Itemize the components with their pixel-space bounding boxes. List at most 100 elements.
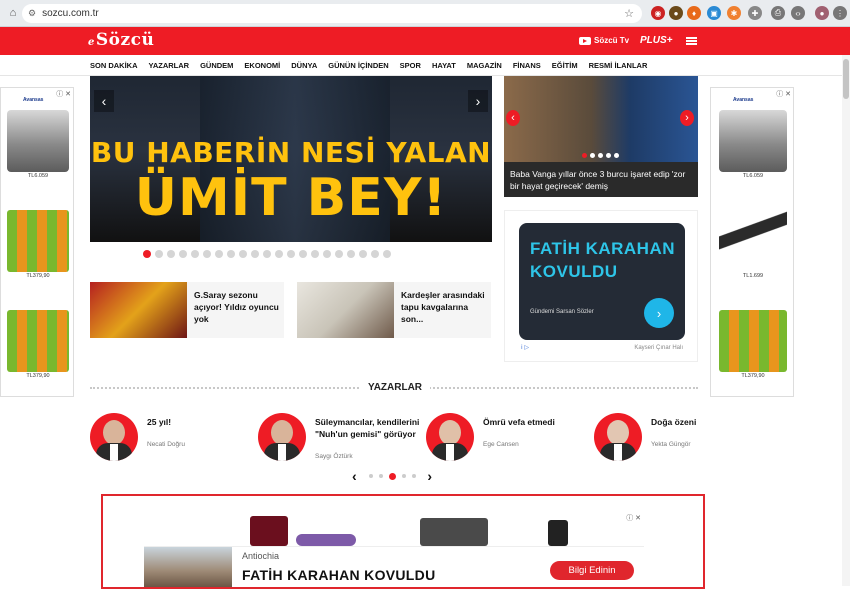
adchoices-icon[interactable]: ⅰ ▷ [521,344,529,351]
nav-item[interactable]: FİNANS [513,61,541,70]
ad-close-icon[interactable]: ⓘ ✕ [776,89,791,99]
profile-avatar[interactable]: ● [815,6,829,20]
pagination-dot[interactable] [598,153,603,158]
author-item[interactable]: Süleymancılar, kendilerini "Nuh'un gemis… [258,413,423,465]
nav-item[interactable]: SPOR [400,61,421,70]
nav-item[interactable]: HAYAT [432,61,456,70]
pagination-dot[interactable] [155,250,163,258]
pagination-dot[interactable] [614,153,619,158]
promo-ad[interactable]: FATİH KARAHAN KOVULDU Gündemi Sarsan Söz… [504,210,698,362]
pager-next-icon[interactable]: › [427,468,432,484]
promo-card[interactable]: FATİH KARAHAN KOVULDU Gündemi Sarsan Söz… [519,223,685,340]
author-item[interactable]: 25 yıl! Necati Doğru [90,413,250,465]
learn-more-button[interactable]: Bilgi Edinin [550,561,634,580]
pagination-dot[interactable] [191,250,199,258]
nav-item[interactable]: RESMİ İLANLAR [589,61,648,70]
pagination-dot[interactable] [263,250,271,258]
nav-item[interactable]: DÜNYA [291,61,317,70]
bottom-ad[interactable]: ⓘ ✕ Antiochia FATİH KARAHAN KOVULDU Bilg… [144,512,644,587]
news-card-title: G.Saray sezonu açıyor! Yıldız oyuncu yok [194,290,279,324]
bookmark-star-icon[interactable]: ☆ [624,7,634,20]
pager-dots [368,472,416,480]
pagination-dot[interactable] [590,153,595,158]
ad-banner-brand: Antiochia [242,551,280,561]
ad-close-icon[interactable]: ⓘ ✕ [626,513,641,523]
sozcu-tv-link[interactable]: Sözcü Tv [579,36,629,45]
side-story[interactable]: ‹ › Baba Vanga yıllar önce 3 burcu işare… [504,76,698,197]
left-side-ad[interactable]: ⓘ ✕ Avansas TL6.059 TL379,90 TL379,90 [0,87,74,397]
address-bar[interactable]: ⚙ sozcu.com.tr ☆ [22,4,642,23]
extension-icon[interactable]: ● [669,6,683,20]
pagination-dot[interactable] [371,250,379,258]
pagination-dot[interactable] [323,250,331,258]
plus-link[interactable]: PLUS+ [640,35,673,46]
pagination-dot[interactable] [383,250,391,258]
pagination-dot[interactable] [227,250,235,258]
ad-banner[interactable]: Antiochia FATİH KARAHAN KOVULDU Bilgi Ed… [144,546,644,587]
extension-icon[interactable]: ▣ [707,6,721,20]
nav-item[interactable]: EKONOMİ [244,61,280,70]
devtools-icon[interactable]: ‹› [791,6,805,20]
pagination-dot[interactable] [401,474,406,478]
pagination-dot[interactable] [368,474,373,478]
story-prev-icon[interactable]: ‹ [506,110,520,126]
pagination-dot[interactable] [215,250,223,258]
pagination-dot[interactable] [239,250,247,258]
nav-item[interactable]: YAZARLAR [149,61,190,70]
ad-product[interactable]: TL6.059 [719,110,787,182]
pagination-dot[interactable] [378,474,383,478]
ice-machine-image [719,110,787,172]
pagination-dot[interactable] [582,153,587,158]
pagination-dot[interactable] [143,250,151,258]
pagination-dot[interactable] [287,250,295,258]
pagination-dot[interactable] [411,474,416,478]
hero-slider[interactable]: BU HABERİN NESİ YALAN ÜMİT BEY! ‹ › [90,76,492,242]
pagination-dot[interactable] [203,250,211,258]
ad-product[interactable]: TL379,90 [719,310,787,382]
news-card[interactable]: Kardeşler arasındaki tapu kavgalarına so… [297,282,491,338]
extension-icon[interactable]: ♦ [687,6,701,20]
author-item[interactable]: Doğa özeni Yekta Güngör [594,413,704,465]
nav-item[interactable]: GÜNDEM [200,61,233,70]
ad-product[interactable]: TL6.059 [7,110,69,182]
nav-item[interactable]: MAGAZİN [467,61,502,70]
pagination-dot[interactable] [251,250,259,258]
extension-icon[interactable]: ✱ [727,6,741,20]
ad-product[interactable]: TL379,90 [7,310,69,382]
home-icon[interactable]: ⌂ [4,4,22,22]
extension-icon[interactable]: ◉ [651,6,665,20]
ad-product[interactable]: TL379,90 [7,210,69,282]
news-card[interactable]: G.Saray sezonu açıyor! Yıldız oyuncu yok [90,282,284,338]
print-icon[interactable]: ⎙ [771,6,785,20]
site-settings-icon[interactable]: ⚙ [28,8,36,19]
pagination-dot[interactable] [275,250,283,258]
more-menu-icon[interactable]: ⋮ [833,6,847,20]
pagination-dot[interactable] [299,250,307,258]
slider-prev-icon[interactable]: ‹ [94,90,114,112]
nav-item[interactable]: GÜNÜN İÇİNDEN [328,61,388,70]
pagination-dot[interactable] [311,250,319,258]
slider-next-icon[interactable]: › [468,90,488,112]
ad-close-icon[interactable]: ⓘ ✕ [56,89,71,99]
pagination-dot[interactable] [335,250,343,258]
pagination-dot[interactable] [359,250,367,258]
scrollbar-thumb[interactable] [843,59,849,99]
pagination-dot[interactable] [347,250,355,258]
ad-product[interactable]: TL1.699 [719,210,787,282]
story-next-icon[interactable]: › [680,110,694,126]
arrow-right-icon[interactable]: › [644,298,674,328]
extensions-puzzle-icon[interactable]: ✚ [748,6,762,20]
right-side-ad[interactable]: ⓘ ✕ Avansas TL6.059 TL1.699 TL379,90 [710,87,794,397]
nav-item[interactable]: SON DAKİKA [90,61,138,70]
site-logo[interactable]: eSözcü [88,30,154,50]
pager-prev-icon[interactable]: ‹ [352,468,357,484]
page-scrollbar[interactable] [842,55,850,586]
pagination-dot[interactable] [179,250,187,258]
pagination-dot[interactable] [167,250,175,258]
hamburger-menu-icon[interactable] [686,37,697,45]
pagination-dot[interactable] [388,472,396,480]
nav-item[interactable]: EĞİTİM [552,61,578,70]
ad-price: TL379,90 [26,273,50,279]
pagination-dot[interactable] [606,153,611,158]
author-item[interactable]: Ömrü vefa etmedi Ege Cansen [426,413,586,465]
